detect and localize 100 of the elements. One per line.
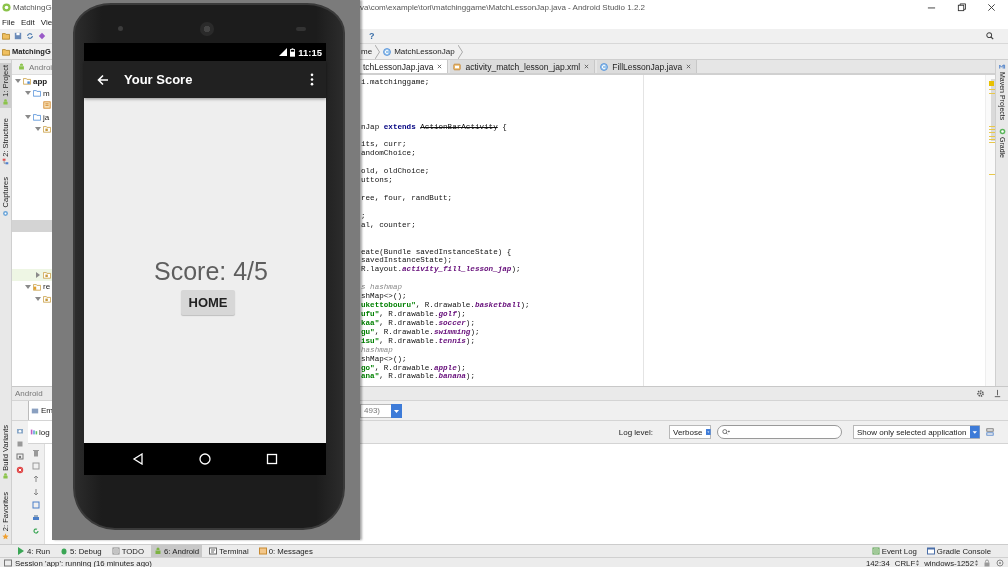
messages-icon bbox=[258, 547, 267, 555]
log-level-dropdown[interactable]: Verbose bbox=[669, 425, 711, 439]
settings-icon[interactable] bbox=[976, 389, 985, 398]
back-arrow-icon[interactable] bbox=[97, 73, 109, 86]
editor-tab[interactable]: tchLessonJap.java bbox=[360, 60, 449, 73]
editor-tab[interactable]: FillLessonJap.java bbox=[597, 60, 698, 73]
up-arrow-icon[interactable] bbox=[32, 475, 40, 483]
menu-item[interactable]: Edit bbox=[20, 17, 35, 27]
screen-capture-icon[interactable] bbox=[16, 453, 24, 461]
wrap-icon[interactable] bbox=[32, 501, 40, 509]
manifest-file-icon bbox=[43, 101, 51, 110]
help-button[interactable]: ? bbox=[369, 31, 375, 41]
layout-file-icon bbox=[453, 62, 462, 71]
hide-panel-icon[interactable] bbox=[993, 389, 1002, 398]
expanded-arrow-icon[interactable] bbox=[25, 90, 31, 97]
stop-icon[interactable] bbox=[16, 440, 24, 448]
window-title: MatchingG bbox=[13, 3, 52, 12]
close-icon[interactable] bbox=[686, 64, 692, 69]
folder-icon bbox=[33, 89, 41, 98]
window-title: va\com\example\tori\matchinggame\MatchLessonJap.java - Android Studio 1.2.2 bbox=[360, 3, 646, 12]
tree-row[interactable] bbox=[12, 268, 52, 281]
editor-tab[interactable]: activity_match_lesson_jap.xml bbox=[450, 60, 596, 73]
tree-label[interactable]: ja bbox=[43, 112, 50, 122]
close-icon[interactable] bbox=[584, 64, 590, 69]
android-icon bbox=[2, 472, 9, 480]
status-time: 11:15 bbox=[298, 46, 322, 58]
home-icon[interactable] bbox=[199, 453, 211, 465]
close-icon[interactable] bbox=[437, 64, 443, 69]
process-dropdown[interactable]: 493) bbox=[360, 403, 402, 418]
star-icon bbox=[2, 533, 9, 540]
lock-icon[interactable] bbox=[983, 559, 991, 567]
android-icon bbox=[2, 98, 9, 106]
tree-label[interactable]: app bbox=[33, 76, 48, 86]
maximize-icon[interactable] bbox=[957, 3, 966, 12]
folder-icon bbox=[33, 113, 41, 122]
filter-dropdown[interactable]: Show only selected application bbox=[853, 425, 980, 439]
panel-title: Android bbox=[15, 389, 43, 398]
android-icon bbox=[17, 63, 26, 71]
checklist-icon bbox=[111, 547, 120, 555]
up-down-arrow-icon bbox=[975, 560, 978, 566]
overflow-menu-icon[interactable] bbox=[310, 73, 314, 86]
earpiece-speaker bbox=[200, 22, 214, 36]
print-icon[interactable] bbox=[32, 514, 40, 522]
app-bar-title: Your Score bbox=[124, 72, 193, 87]
package-icon bbox=[43, 270, 51, 279]
battery-icon bbox=[290, 47, 296, 57]
diamond-icon[interactable] bbox=[38, 32, 46, 40]
filter-config-icon[interactable] bbox=[986, 428, 994, 436]
signal-icon bbox=[279, 48, 288, 56]
expanded-arrow-icon[interactable] bbox=[35, 126, 41, 133]
close-icon[interactable] bbox=[987, 3, 996, 12]
terminal-icon bbox=[209, 547, 218, 555]
menu-item[interactable]: Vie bbox=[40, 17, 53, 27]
expanded-arrow-icon[interactable] bbox=[25, 283, 31, 290]
restart-icon[interactable] bbox=[32, 527, 40, 535]
chevron-icon bbox=[375, 44, 381, 59]
down-arrow-icon[interactable] bbox=[32, 488, 40, 496]
device-icon bbox=[31, 406, 39, 415]
search-icon bbox=[722, 428, 730, 436]
breadcrumb-item[interactable]: MatchLessonJap bbox=[394, 47, 455, 56]
front-camera bbox=[118, 26, 123, 31]
collapsed-arrow-icon[interactable] bbox=[35, 271, 41, 278]
trash-icon[interactable] bbox=[32, 449, 40, 457]
resource-folder-icon bbox=[33, 282, 41, 291]
expanded-arrow-icon[interactable] bbox=[25, 114, 31, 121]
console-icon bbox=[926, 547, 935, 555]
bug-icon bbox=[60, 547, 68, 555]
panel-tab[interactable]: Em bbox=[28, 401, 52, 420]
maven-icon bbox=[998, 63, 1006, 70]
recents-icon[interactable] bbox=[266, 453, 278, 465]
tree-label[interactable]: re bbox=[43, 282, 51, 292]
search-field[interactable] bbox=[717, 425, 842, 439]
camera-icon[interactable] bbox=[16, 427, 24, 435]
tree-label[interactable]: m bbox=[43, 88, 50, 98]
panel-toggle-icon[interactable] bbox=[4, 559, 12, 567]
logcat-icon bbox=[30, 428, 38, 436]
android-icon bbox=[154, 547, 163, 555]
panel-tab[interactable]: log bbox=[28, 421, 52, 443]
expanded-arrow-icon[interactable] bbox=[15, 78, 21, 85]
module-folder-icon bbox=[23, 77, 31, 86]
menu-item[interactable]: File bbox=[2, 17, 15, 27]
breadcrumb-item[interactable]: me bbox=[361, 47, 373, 56]
sync-icon[interactable] bbox=[26, 32, 34, 40]
error-icon[interactable] bbox=[16, 466, 24, 474]
camera-icon bbox=[2, 209, 9, 217]
inspector-icon[interactable] bbox=[996, 559, 1004, 567]
home-button[interactable]: HOME bbox=[181, 290, 235, 315]
score-text: Score: 4/5 bbox=[153, 256, 268, 286]
class-icon bbox=[383, 47, 392, 56]
chevron-icon bbox=[457, 44, 463, 59]
expanded-arrow-icon[interactable] bbox=[35, 295, 41, 302]
search-icon[interactable] bbox=[986, 32, 994, 40]
layout-icon[interactable] bbox=[32, 462, 40, 470]
up-down-arrow-icon bbox=[916, 560, 920, 566]
structure-icon bbox=[2, 158, 9, 166]
back-icon[interactable] bbox=[132, 453, 144, 465]
folder-icon[interactable] bbox=[2, 32, 10, 40]
save-icon[interactable] bbox=[14, 32, 22, 40]
class-icon bbox=[600, 62, 609, 71]
log-level-label: Log level: bbox=[618, 427, 653, 437]
